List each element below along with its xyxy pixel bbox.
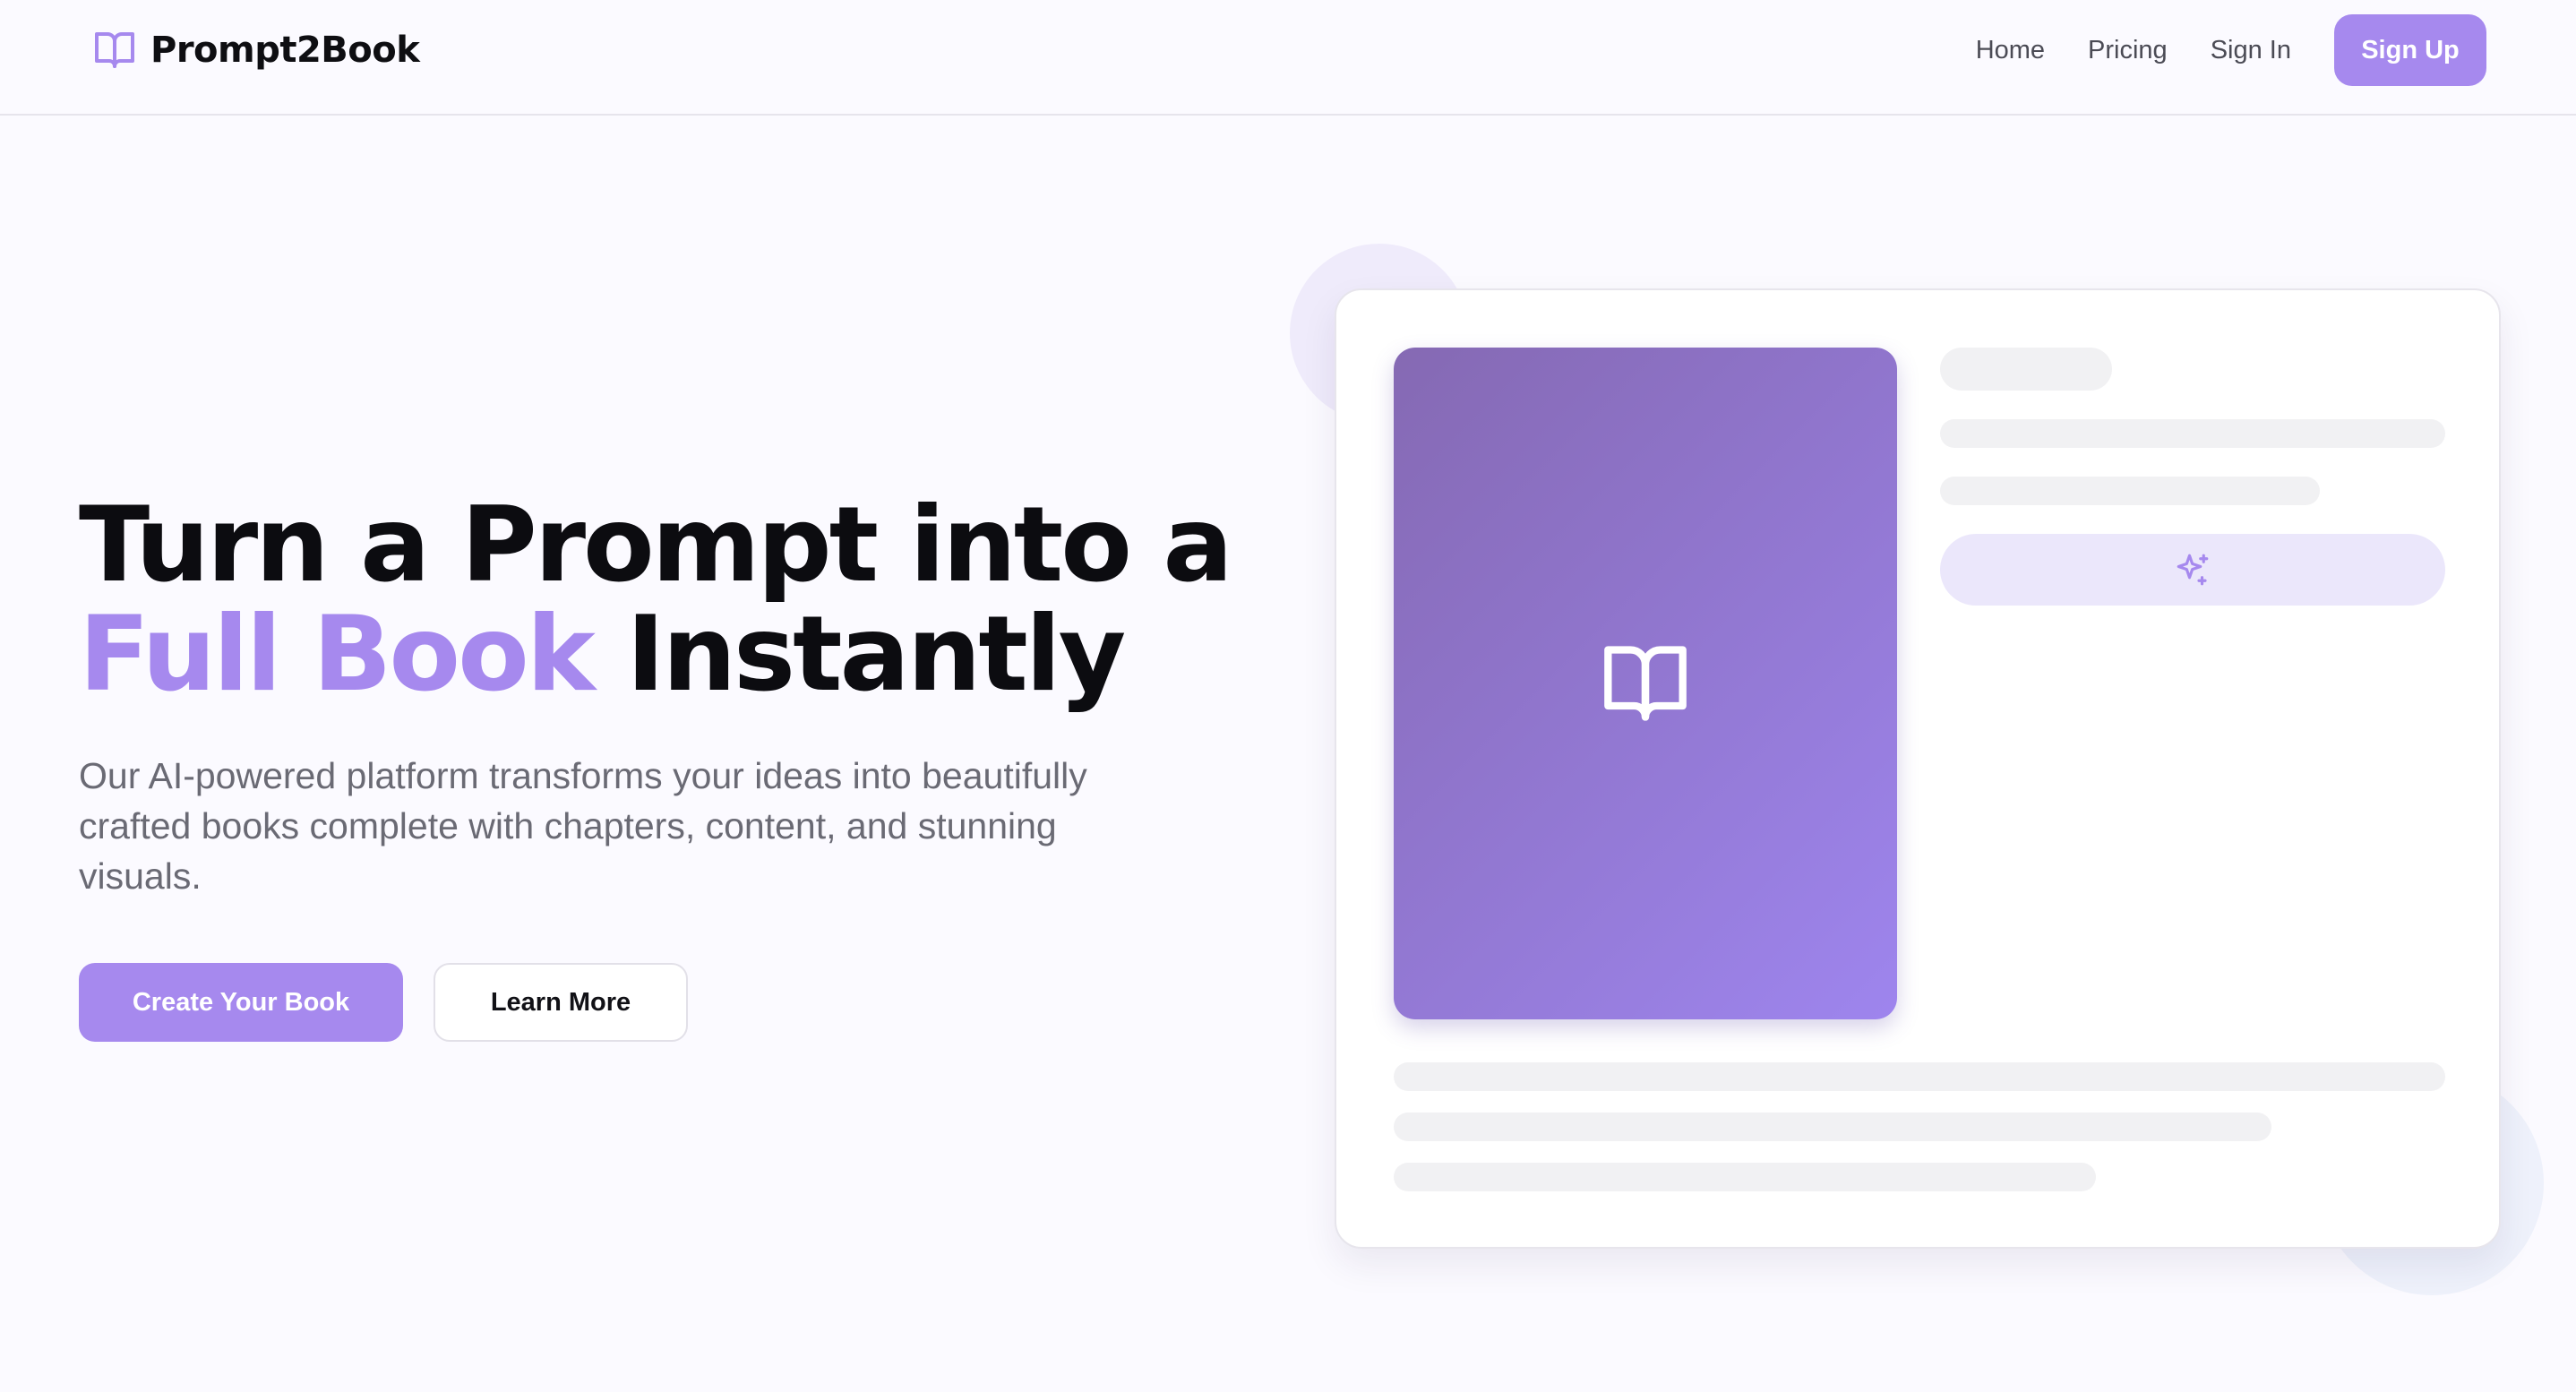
create-your-book-button[interactable]: Create Your Book bbox=[79, 963, 403, 1042]
skeleton-line bbox=[1940, 477, 2320, 505]
book-preview-card bbox=[1335, 288, 2501, 1249]
skeleton-line bbox=[1394, 1062, 2445, 1091]
brand-logo[interactable]: Prompt2Book bbox=[93, 27, 420, 73]
learn-more-button[interactable]: Learn More bbox=[434, 963, 688, 1042]
nav-link-sign-in[interactable]: Sign In bbox=[2211, 36, 2291, 65]
cta-row: Create Your Book Learn More bbox=[79, 963, 688, 1042]
hero-title: Turn a Prompt into a Full Book Instantly bbox=[79, 491, 1333, 709]
book-cover bbox=[1394, 348, 1897, 1019]
hero-title-line1: Turn a Prompt into a bbox=[79, 485, 1233, 606]
hero-subtitle: Our AI-powered platform transforms your … bbox=[79, 755, 1087, 897]
skeleton-line bbox=[1940, 419, 2445, 448]
brand-name: Prompt2Book bbox=[150, 30, 420, 71]
open-book-icon bbox=[1604, 646, 1687, 721]
skeleton-line bbox=[1394, 1163, 2096, 1191]
site-header: Prompt2Book Home Pricing Sign In Sign Up bbox=[0, 0, 2576, 116]
skeleton-title bbox=[1940, 348, 2112, 391]
sparkles-icon bbox=[2177, 554, 2209, 586]
nav-link-pricing[interactable]: Pricing bbox=[2088, 36, 2168, 65]
nav-link-home[interactable]: Home bbox=[1976, 36, 2045, 65]
open-book-icon bbox=[95, 32, 134, 68]
main-nav: Home Pricing Sign In Sign Up bbox=[1976, 14, 2486, 86]
generate-button[interactable] bbox=[1940, 534, 2445, 606]
hero-title-accent: Full Book bbox=[79, 594, 596, 715]
skeleton-line bbox=[1394, 1113, 2271, 1141]
sign-up-button[interactable]: Sign Up bbox=[2334, 14, 2486, 86]
hero-title-rest: Instantly bbox=[626, 594, 1126, 715]
